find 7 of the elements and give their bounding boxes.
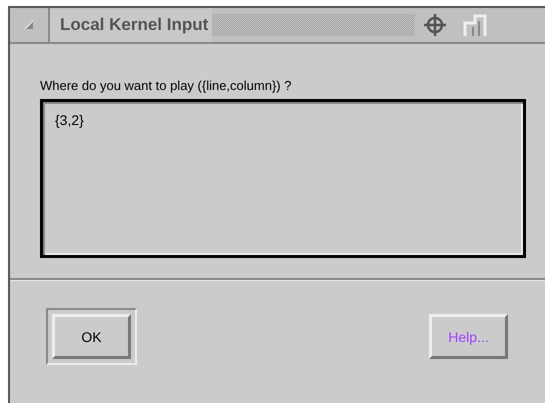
- window-menu-icon[interactable]: [24, 20, 34, 30]
- window-title: Local Kernel Input: [50, 8, 212, 42]
- ok-button[interactable]: OK: [52, 314, 131, 359]
- maximize-icon[interactable]: [463, 13, 488, 37]
- prompt-label: Where do you want to play ({line,column}) ?: [40, 78, 292, 93]
- crosshair-icon[interactable]: [423, 13, 448, 37]
- input-field[interactable]: {3,2}: [40, 99, 526, 258]
